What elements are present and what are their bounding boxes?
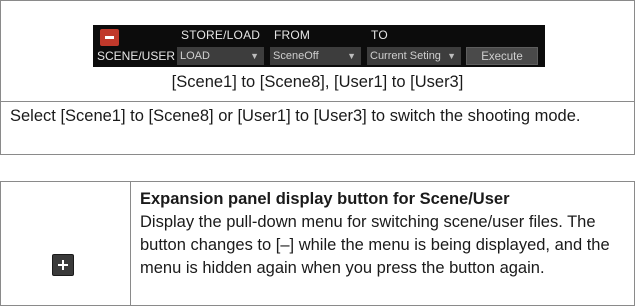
expansion-title: Expansion panel display button for Scene… [140,190,510,208]
execute-button[interactable]: Execute [466,47,538,65]
minus-icon[interactable] [100,29,119,46]
from-header: FROM [274,28,311,42]
section-divider [1,101,634,102]
ui-image-row: STORE/LOAD FROM TO SCENE/USER LOAD ▼ Sce… [1,1,634,67]
expansion-body: Display the pull-down menu for switching… [140,213,610,277]
to-header: TO [371,28,388,42]
store-load-header: STORE/LOAD [181,28,261,42]
expansion-button-table: Expansion panel display button for Scene… [0,181,635,306]
store-load-select[interactable]: LOAD ▼ [177,47,264,65]
scene-user-section: STORE/LOAD FROM TO SCENE/USER LOAD ▼ Sce… [0,0,635,155]
scene-description: Select [Scene1] to [Scene8] or [User1] t… [10,107,581,125]
plus-icon[interactable] [52,254,74,276]
from-value: SceneOff [273,50,319,62]
store-load-value: LOAD [180,50,210,62]
to-select[interactable]: Current Seting ▼ [367,47,461,65]
from-select[interactable]: SceneOff ▼ [270,47,361,65]
scene-user-label: SCENE/USER [97,49,176,63]
triangle-down-icon: ▼ [447,51,456,61]
scene-range-caption: [Scene1] to [Scene8], [User1] to [User3] [171,73,464,91]
triangle-down-icon: ▼ [347,51,356,61]
expansion-description: Expansion panel display button for Scene… [140,188,630,280]
column-divider [130,182,131,305]
to-value: Current Seting [370,50,441,62]
triangle-down-icon: ▼ [250,51,259,61]
scene-user-control-bar: STORE/LOAD FROM TO SCENE/USER LOAD ▼ Sce… [93,25,545,67]
